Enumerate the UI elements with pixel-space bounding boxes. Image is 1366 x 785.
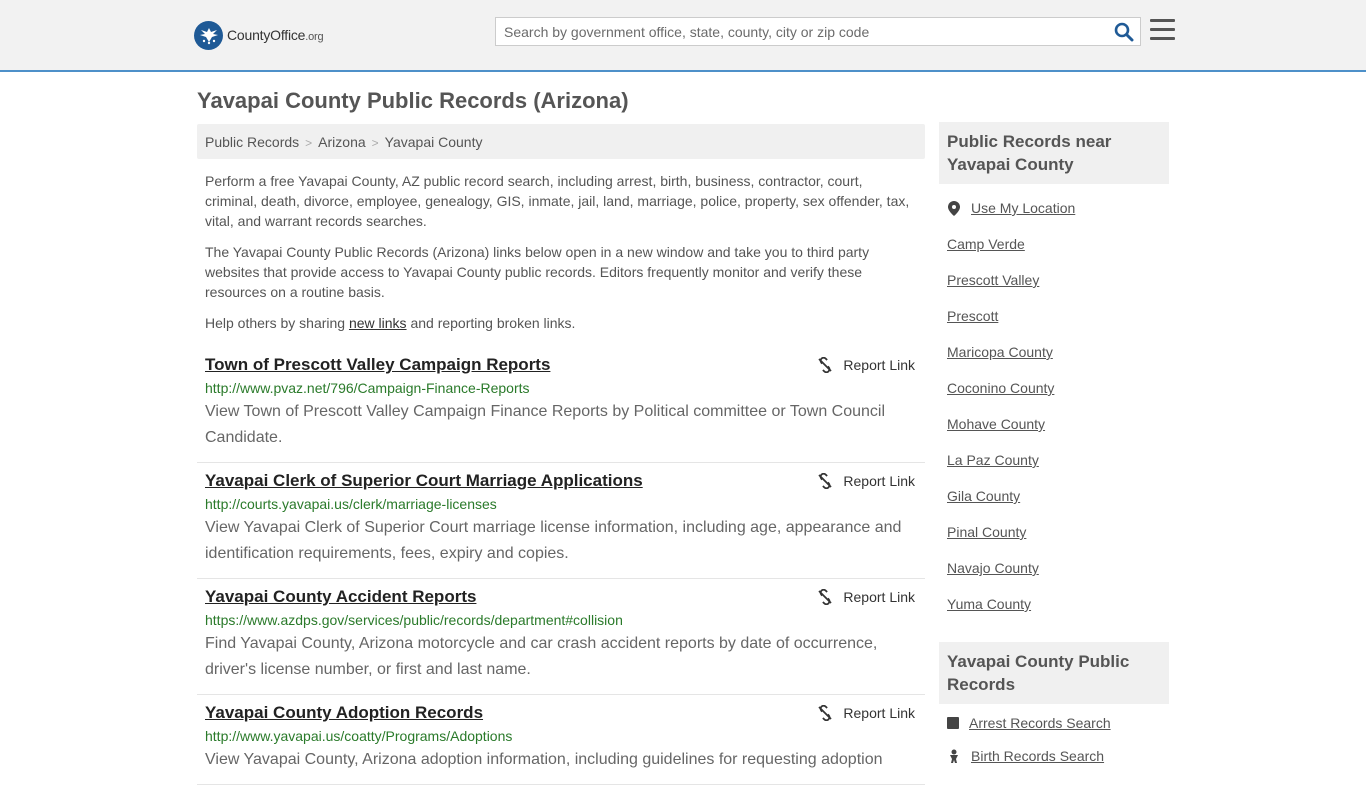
nearby-item: Mohave County xyxy=(947,406,1161,442)
nearby-heading: Public Records near Yavapai County xyxy=(939,122,1169,184)
breadcrumb-separator: > xyxy=(305,136,313,150)
county-records-list: Arrest Records Search Birth Records Sear… xyxy=(939,706,1169,772)
share-paragraph: Help others by sharing new links and rep… xyxy=(205,315,576,331)
report-link-label: Report Link xyxy=(843,589,915,605)
nearby-link-prescott-valley[interactable]: Prescott Valley xyxy=(947,272,1039,288)
record-title-link[interactable]: Yavapai County Accident Reports xyxy=(205,587,765,607)
report-link-button[interactable]: Report Link xyxy=(817,357,915,373)
baby-icon xyxy=(947,749,961,763)
logo-text: CountyOffice.org xyxy=(227,27,324,43)
intro-paragraph: The Yavapai County Public Records (Arizo… xyxy=(205,244,870,300)
hamburger-menu-button[interactable] xyxy=(1150,19,1175,41)
county-records-heading: Yavapai County Public Records xyxy=(939,642,1169,704)
record-item: Yavapai County Accident Reports https://… xyxy=(197,579,925,695)
nearby-link-camp-verde[interactable]: Camp Verde xyxy=(947,236,1025,252)
record-description: Find Yavapai County, Arizona motorcycle … xyxy=(205,635,878,678)
nearby-item: Navajo County xyxy=(947,550,1161,586)
search-button[interactable] xyxy=(1114,22,1134,42)
record-description: View Town of Prescott Valley Campaign Fi… xyxy=(205,403,886,446)
broken-link-icon xyxy=(818,357,833,373)
broken-link-icon xyxy=(818,705,833,721)
search-icon xyxy=(1114,22,1134,42)
nearby-link-coconino-county[interactable]: Coconino County xyxy=(947,380,1054,396)
arrest-records-search-link[interactable]: Arrest Records Search xyxy=(969,715,1111,731)
nearby-item: Maricopa County xyxy=(947,334,1161,370)
records-list: Town of Prescott Valley Campaign Reports… xyxy=(197,347,925,785)
search-box xyxy=(495,17,1141,46)
breadcrumb-public-records[interactable]: Public Records xyxy=(205,134,299,150)
county-record-item: Arrest Records Search xyxy=(947,706,1161,739)
record-url: http://www.pvaz.net/796/Campaign-Finance… xyxy=(205,380,530,396)
broken-link-icon xyxy=(818,589,833,605)
birth-records-search-link[interactable]: Birth Records Search xyxy=(971,748,1104,764)
breadcrumb-separator: > xyxy=(371,136,379,150)
report-link-label: Report Link xyxy=(843,357,915,373)
use-location-item: Use My Location xyxy=(947,190,1161,226)
nearby-item: Camp Verde xyxy=(947,226,1161,262)
nearby-link-pinal-county[interactable]: Pinal County xyxy=(947,524,1026,540)
main-content: Public Records > Arizona > Yavapai County Pe… xyxy=(197,124,925,785)
menu-bar xyxy=(1150,19,1175,22)
nearby-item: La Paz County xyxy=(947,442,1161,478)
site-logo[interactable]: CountyOffice.org xyxy=(194,20,324,50)
record-item: Yavapai Clerk of Superior Court Marriage… xyxy=(197,463,925,579)
menu-bar xyxy=(1150,28,1175,31)
search-input[interactable] xyxy=(496,18,1106,45)
sidebar: Public Records near Yavapai County Use M… xyxy=(939,122,1169,772)
new-links-link[interactable]: new links xyxy=(349,315,407,331)
record-item: Yavapai County Adoption Records http://w… xyxy=(197,695,925,785)
eagle-logo-icon xyxy=(194,20,223,50)
nearby-list: Use My Location Camp Verde Prescott Vall… xyxy=(939,190,1169,622)
arrest-record-icon xyxy=(947,716,959,729)
record-item: Town of Prescott Valley Campaign Reports… xyxy=(197,347,925,463)
report-link-button[interactable]: Report Link xyxy=(817,705,915,721)
nearby-link-maricopa-county[interactable]: Maricopa County xyxy=(947,344,1053,360)
map-marker-icon xyxy=(947,200,961,216)
nearby-item: Pinal County xyxy=(947,514,1161,550)
nearby-link-yuma-county[interactable]: Yuma County xyxy=(947,596,1031,612)
intro-paragraph: Perform a free Yavapai County, AZ public… xyxy=(205,173,910,229)
nearby-item: Yuma County xyxy=(947,586,1161,622)
nearby-link-prescott[interactable]: Prescott xyxy=(947,308,998,324)
report-link-button[interactable]: Report Link xyxy=(817,589,915,605)
nearby-item: Prescott xyxy=(947,298,1161,334)
record-title-link[interactable]: Yavapai Clerk of Superior Court Marriage… xyxy=(205,471,765,491)
breadcrumb-current: Yavapai County xyxy=(384,134,483,150)
breadcrumb: Public Records > Arizona > Yavapai County xyxy=(197,124,925,159)
report-link-label: Report Link xyxy=(843,705,915,721)
report-link-label: Report Link xyxy=(843,473,915,489)
record-url: https://www.azdps.gov/services/public/re… xyxy=(205,612,623,628)
nearby-link-navajo-county[interactable]: Navajo County xyxy=(947,560,1039,576)
page-title: Yavapai County Public Records (Arizona) xyxy=(197,88,629,113)
county-record-item: Birth Records Search xyxy=(947,739,1161,772)
report-link-button[interactable]: Report Link xyxy=(817,473,915,489)
record-description: View Yavapai County, Arizona adoption in… xyxy=(205,751,883,768)
record-url: http://www.yavapai.us/coatty/Programs/Ad… xyxy=(205,728,513,744)
use-my-location-link[interactable]: Use My Location xyxy=(971,200,1075,216)
broken-link-icon xyxy=(818,473,833,489)
record-title-link[interactable]: Yavapai County Adoption Records xyxy=(205,703,765,723)
nearby-item: Gila County xyxy=(947,478,1161,514)
nearby-item: Prescott Valley xyxy=(947,262,1161,298)
intro-text: Perform a free Yavapai County, AZ public… xyxy=(197,171,925,333)
nearby-item: Coconino County xyxy=(947,370,1161,406)
record-description: View Yavapai Clerk of Superior Court mar… xyxy=(205,519,902,562)
nearby-link-la-paz-county[interactable]: La Paz County xyxy=(947,452,1039,468)
breadcrumb-arizona[interactable]: Arizona xyxy=(318,134,365,150)
record-title-link[interactable]: Town of Prescott Valley Campaign Reports xyxy=(205,355,765,375)
menu-bar xyxy=(1150,37,1175,40)
record-url: http://courts.yavapai.us/clerk/marriage-… xyxy=(205,496,497,512)
nearby-link-mohave-county[interactable]: Mohave County xyxy=(947,416,1045,432)
site-header: CountyOffice.org xyxy=(0,0,1366,72)
nearby-link-gila-county[interactable]: Gila County xyxy=(947,488,1020,504)
